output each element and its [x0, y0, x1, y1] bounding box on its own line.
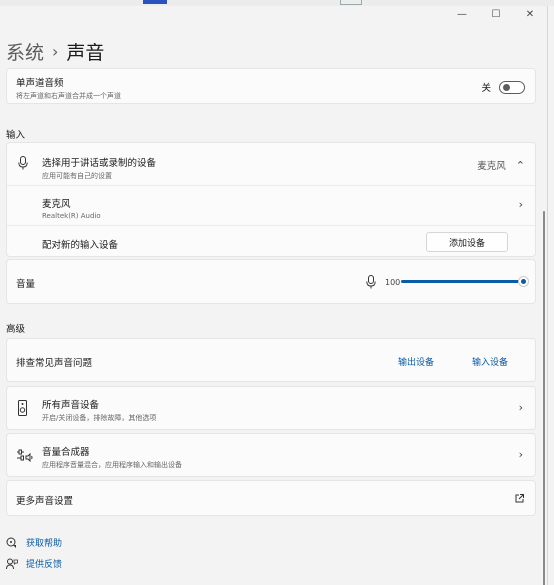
troubleshoot-title: 排查常见声音问题	[16, 358, 93, 369]
input-section-label: 输入	[6, 130, 26, 141]
feedback-label[interactable]: 提供反馈	[26, 557, 62, 570]
mono-audio-subtitle: 将左声道和右声道合并成一个声道	[16, 92, 121, 100]
microphone-device-name: 麦克风	[42, 199, 71, 210]
advanced-section-label: 高级	[6, 324, 26, 335]
mono-audio-toggle[interactable]	[499, 80, 525, 94]
more-sound-settings-card[interactable]: 更多声音设置	[6, 480, 536, 516]
microphone-device-sub: Realtek(R) Audio	[42, 212, 101, 220]
page-title: 声音	[66, 42, 105, 64]
breadcrumb: 系统 › 声音	[6, 38, 104, 65]
volume-microphone-icon	[366, 275, 376, 289]
settings-window: — ☐ ✕ 系统 › 声音 单声道音频 将左声道和右声道合并成一个声道 关 输入…	[0, 6, 548, 585]
external-link-icon	[515, 494, 524, 503]
mono-audio-card: 单声道音频 将左声道和右声道合并成一个声道 关	[6, 68, 536, 104]
volume-mixer-icon	[17, 449, 33, 462]
chevron-right-icon: ›	[518, 198, 523, 211]
mono-toggle-state: 关	[481, 83, 491, 94]
get-help-link[interactable]: 获取帮助	[6, 536, 62, 549]
scrollbar[interactable]	[543, 211, 545, 585]
breadcrumb-separator: ›	[52, 42, 59, 61]
chevron-right-icon: ›	[518, 448, 523, 461]
all-devices-title: 所有声音设备	[42, 400, 100, 411]
feedback-icon	[6, 558, 18, 569]
background-icon-fragment	[143, 0, 167, 4]
microphone-device-row[interactable]: 麦克风 Realtek(R) Audio ›	[7, 186, 535, 226]
chevron-right-icon: ›	[518, 401, 523, 414]
more-sound-settings-label: 更多声音设置	[16, 496, 74, 507]
choose-input-title: 选择用于讲话或录制的设备	[42, 158, 157, 169]
input-devices-link[interactable]: 输入设备	[472, 355, 508, 368]
pair-input-row: 配对新的输入设备 添加设备	[7, 226, 535, 258]
get-help-label[interactable]: 获取帮助	[26, 536, 62, 549]
mono-audio-title: 单声道音频	[16, 78, 64, 89]
help-chat-icon	[6, 537, 16, 548]
speaker-device-icon	[18, 400, 27, 416]
volume-slider[interactable]	[401, 276, 529, 287]
volume-value: 100	[385, 278, 401, 287]
breadcrumb-system[interactable]: 系统	[6, 38, 44, 65]
background-box-fragment	[340, 0, 362, 5]
choose-input-row[interactable]: 选择用于讲话或录制的设备 应用可能有自己的设置 麦克风 ⌃	[7, 143, 535, 186]
feedback-link[interactable]: 提供反馈	[6, 557, 62, 570]
troubleshoot-card: 排查常见声音问题 输出设备 输入设备	[6, 338, 536, 382]
close-button[interactable]: ✕	[525, 9, 535, 20]
window-controls: — ☐ ✕	[457, 6, 535, 22]
pair-input-label: 配对新的输入设备	[42, 240, 119, 251]
chevron-up-icon: ⌃	[515, 158, 525, 172]
selected-input-device: 麦克风	[477, 161, 506, 172]
volume-label: 音量	[16, 279, 36, 290]
output-devices-link[interactable]: 输出设备	[398, 355, 434, 368]
volume-slider-thumb[interactable]	[518, 276, 529, 287]
microphone-icon	[18, 156, 28, 170]
add-device-button[interactable]: 添加设备	[426, 232, 508, 252]
minimize-button[interactable]: —	[457, 9, 467, 20]
choose-input-subtitle: 应用可能有自己的设置	[42, 172, 112, 180]
input-volume-card: 音量 100	[6, 259, 536, 304]
volume-mixer-subtitle: 应用程序音量混合，应用程序输入和输出设备	[42, 461, 182, 469]
maximize-button[interactable]: ☐	[491, 9, 501, 20]
input-device-card: 选择用于讲话或录制的设备 应用可能有自己的设置 麦克风 ⌃ 麦克风 Realte…	[6, 142, 536, 257]
all-devices-subtitle: 开启/关闭设备，排除故障，其他选项	[42, 414, 157, 422]
volume-mixer-card[interactable]: 音量合成器 应用程序音量混合，应用程序输入和输出设备 ›	[6, 433, 536, 477]
volume-mixer-title: 音量合成器	[42, 447, 90, 458]
all-sound-devices-card[interactable]: 所有声音设备 开启/关闭设备，排除故障，其他选项 ›	[6, 386, 536, 430]
